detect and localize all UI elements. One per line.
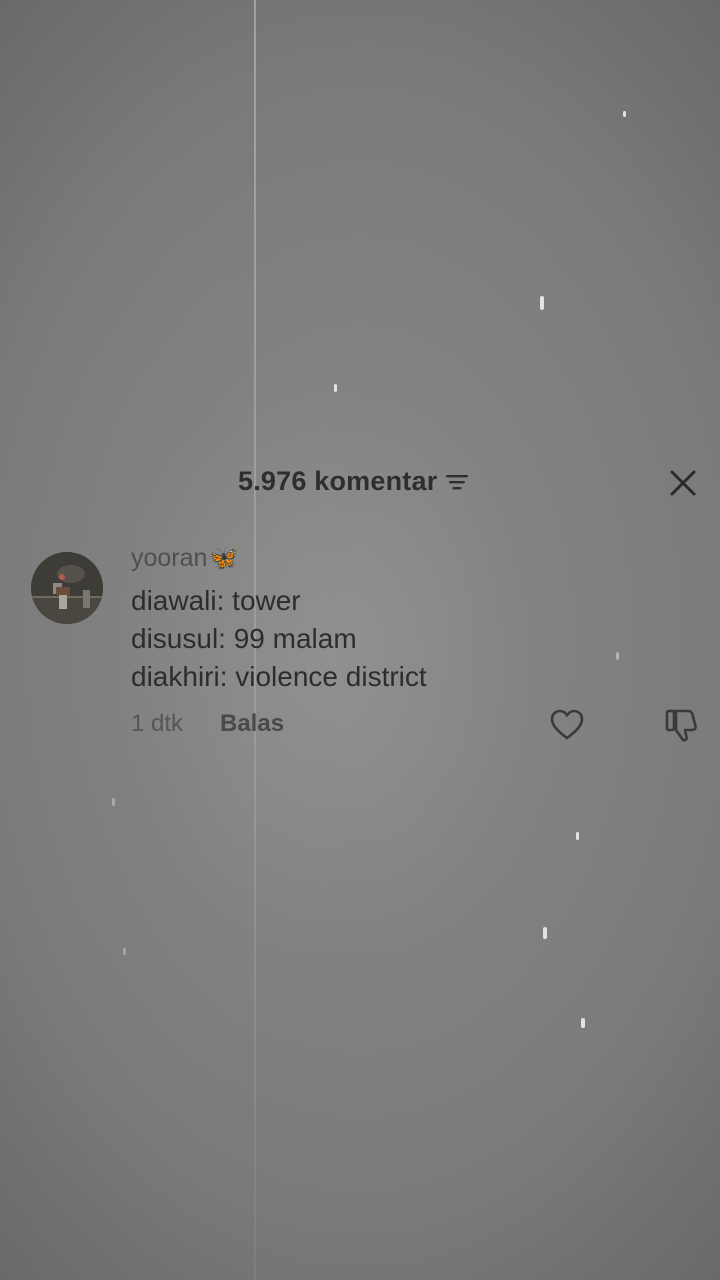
- sort-lines-icon[interactable]: [445, 471, 469, 493]
- comment-username[interactable]: yooran🦋: [131, 544, 239, 573]
- dust-speck: [540, 296, 544, 310]
- comment-item: yooran🦋 diawali: tower disusul: 99 malam…: [0, 540, 720, 750]
- dust-speck: [334, 384, 337, 392]
- close-icon[interactable]: [666, 466, 700, 500]
- comments-header: 5.976 komentar: [0, 460, 720, 506]
- dust-speck: [123, 948, 126, 955]
- dust-speck: [623, 111, 626, 117]
- comment-text: diawali: tower disusul: 99 malam diakhir…: [131, 582, 427, 696]
- dust-speck: [543, 927, 547, 939]
- dust-speck: [581, 1018, 585, 1028]
- reply-button[interactable]: Balas: [220, 710, 284, 738]
- dust-speck: [576, 832, 579, 840]
- dust-speck: [112, 798, 115, 806]
- avatar[interactable]: [31, 552, 103, 624]
- comments-count-title: 5.976 komentar: [238, 466, 438, 496]
- thumbs-down-icon[interactable]: [664, 706, 702, 744]
- comment-line: diawali: tower: [131, 585, 301, 616]
- heart-outline-icon[interactable]: [549, 708, 585, 742]
- comments-title-group[interactable]: 5.976 komentar: [238, 466, 469, 497]
- comment-timestamp: 1 dtk: [131, 710, 184, 737]
- comment-line: disusul: 99 malam: [131, 623, 357, 654]
- comment-line: diakhiri: violence district: [131, 661, 427, 692]
